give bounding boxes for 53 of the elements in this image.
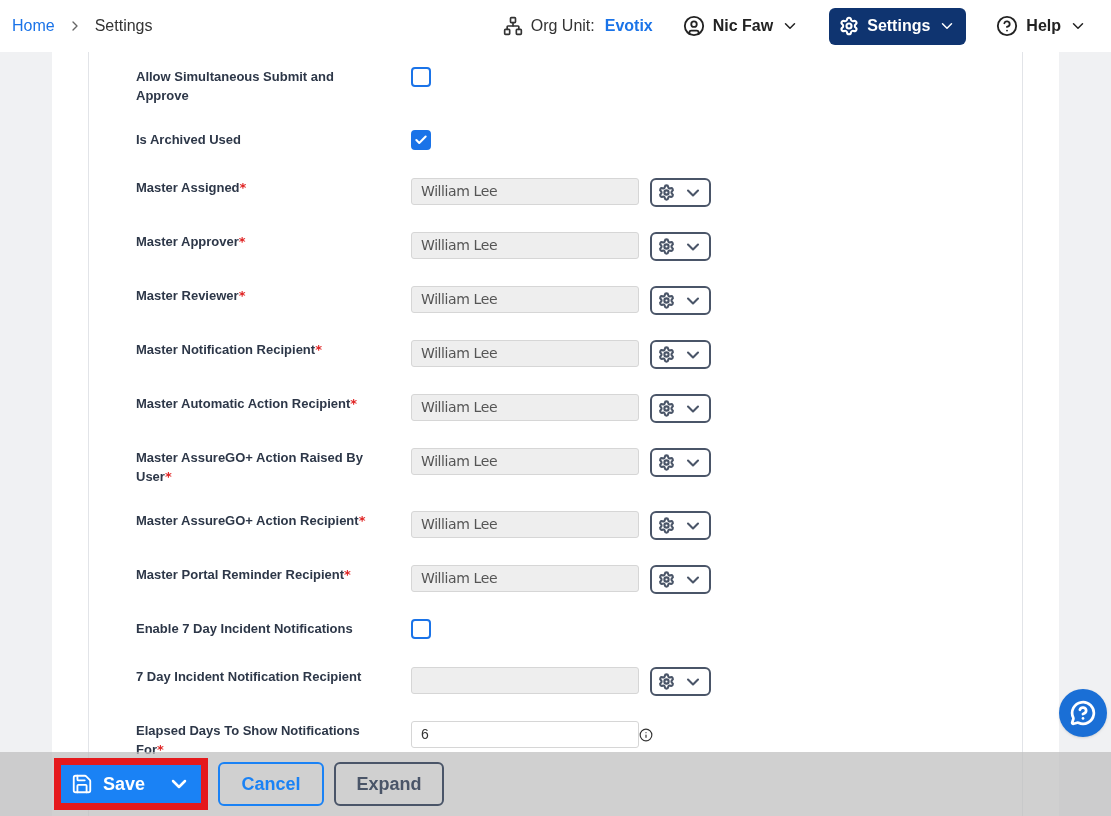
breadcrumb-current: Settings — [94, 16, 153, 36]
info-icon — [639, 727, 653, 742]
settings-icon — [658, 454, 675, 471]
settings-icon — [658, 184, 675, 201]
settings-icon — [658, 673, 675, 690]
settings-icon — [658, 238, 675, 255]
help-menu[interactable]: Help — [996, 14, 1087, 38]
input-field[interactable]: 6 — [411, 721, 639, 748]
settings-icon — [658, 346, 675, 363]
field-label: Enable 7 Day Incident Notifications — [136, 620, 354, 638]
field-label: Master Automatic Action Recipient* — [136, 395, 359, 413]
save-button[interactable]: Save — [61, 765, 201, 803]
help-chat-button[interactable] — [1059, 689, 1107, 737]
settings-icon — [658, 292, 675, 309]
settings-dropdown-button[interactable] — [650, 340, 711, 369]
field-label: Master Approver* — [136, 233, 247, 251]
field-label: Master AssureGO+ Action Recipient* — [136, 512, 367, 530]
check-icon — [414, 133, 428, 147]
field-label: Master Notification Recipient* — [136, 341, 323, 359]
checkbox[interactable] — [411, 619, 431, 639]
user-icon — [682, 15, 705, 37]
org-unit-label: Org Unit: — [530, 16, 595, 36]
settings-dropdown-button[interactable] — [650, 511, 711, 540]
field-label: Allow Simultaneous Submit and Approve — [136, 68, 335, 105]
field-label: Master Reviewer* — [136, 287, 247, 305]
settings-dropdown-button[interactable] — [650, 565, 711, 594]
settings-icon — [658, 571, 675, 588]
checkbox[interactable] — [411, 130, 431, 150]
field-label: Master Portal Reminder Recipient* — [136, 566, 352, 584]
settings-icon — [839, 16, 860, 36]
checkbox[interactable] — [411, 67, 431, 87]
settings-dropdown-button[interactable] — [650, 232, 711, 261]
settings-icon — [658, 517, 675, 534]
field-label: Master Assigned* — [136, 179, 248, 197]
settings-dropdown-button[interactable] — [650, 178, 711, 207]
settings-dropdown-button[interactable] — [650, 286, 711, 315]
settings-dropdown-button[interactable] — [650, 448, 711, 477]
settings-dropdown-button[interactable] — [650, 667, 711, 696]
chat-question-icon — [1070, 700, 1096, 726]
help-icon — [996, 15, 1019, 37]
settings-icon — [658, 400, 675, 417]
settings-menu[interactable]: Settings — [829, 7, 967, 45]
settings-dropdown-button[interactable] — [650, 394, 711, 423]
field-label: Elapsed Days To Show Notifications For* — [136, 722, 361, 759]
user-menu[interactable]: Nic Faw — [682, 14, 800, 38]
expand-button[interactable]: Expand — [334, 762, 444, 806]
org-unit-link[interactable]: Evotix — [604, 14, 653, 38]
field-label: Is Archived Used — [136, 131, 242, 149]
save-icon — [71, 773, 93, 795]
breadcrumb-link[interactable]: Home — [12, 14, 55, 38]
field-label: Master AssureGO+ Action Raised By User* — [136, 449, 364, 486]
field-label: 7 Day Incident Notification Recipient — [136, 668, 363, 686]
hierarchy-icon — [502, 16, 523, 36]
